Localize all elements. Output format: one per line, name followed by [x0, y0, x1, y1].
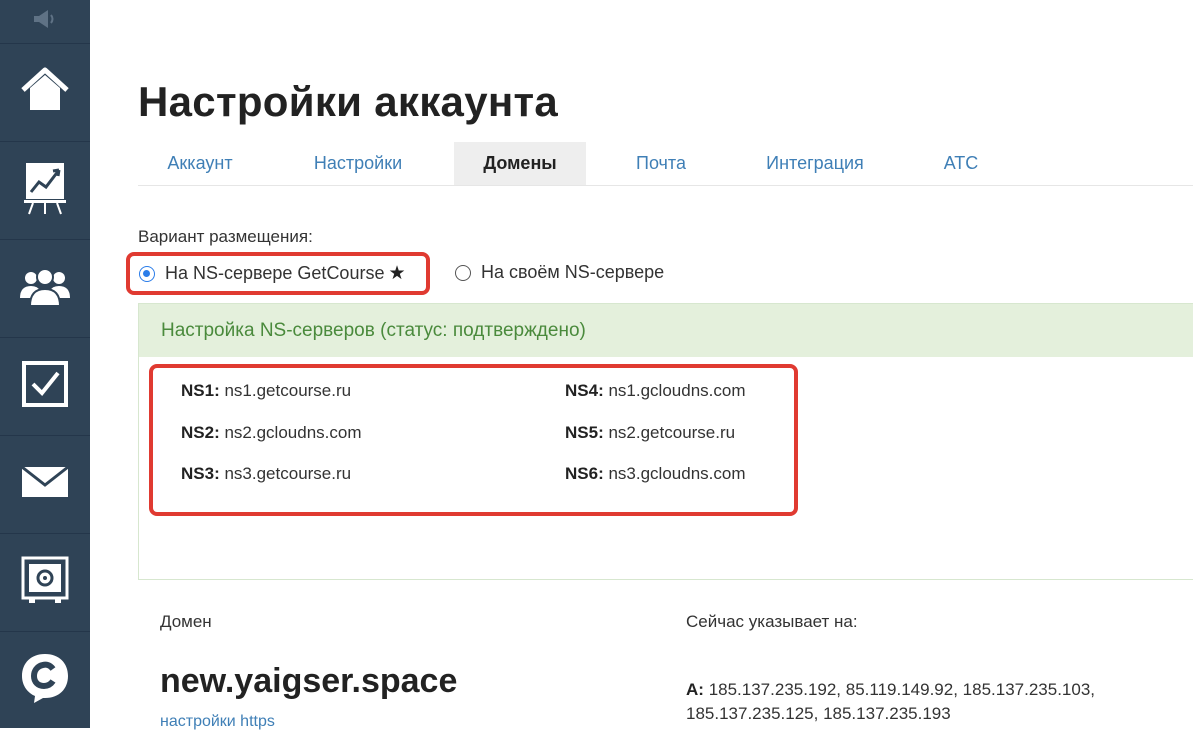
points-to-label: Сейчас указывает на:: [686, 612, 858, 631]
home-icon: [19, 66, 71, 119]
sidebar-item-getcourse[interactable]: [0, 632, 90, 729]
a-record-key: A:: [686, 680, 704, 699]
users-icon: [17, 264, 73, 313]
sidebar-item-mail[interactable]: [0, 436, 90, 534]
sidebar-item-users[interactable]: [0, 240, 90, 338]
megaphone-icon: [30, 8, 60, 35]
radio-label-own-ns: На своём NS-сервере: [481, 262, 665, 282]
placement-label: Вариант размещения:: [138, 227, 313, 246]
mail-icon: [20, 465, 70, 504]
settings-tabs: Аккаунт Настройки Домены Почта Интеграци…: [138, 142, 1193, 186]
getcourse-logo-icon: [19, 652, 71, 709]
ns-status-header: Настройка NS-серверов (статус: подтвержд…: [139, 304, 1193, 357]
a-record-values-1: 185.137.235.192, 85.119.149.92, 185.137.…: [708, 680, 1096, 699]
tab-pbx[interactable]: АТС: [934, 142, 988, 185]
chart-board-icon: [23, 160, 67, 221]
tab-settings[interactable]: Настройки: [298, 142, 418, 185]
sidebar-item-tasks[interactable]: [0, 338, 90, 436]
sidebar-item-analytics[interactable]: [0, 142, 90, 240]
domain-name: new.yaigser.space: [160, 662, 458, 700]
sidebar-item-finance[interactable]: [0, 534, 90, 632]
domain-column-label: Домен: [160, 612, 212, 631]
sidebar-item-home[interactable]: [0, 44, 90, 142]
page-title: Настройки аккаунта: [138, 78, 559, 125]
sidebar: [0, 0, 90, 728]
tab-integration[interactable]: Интеграция: [754, 142, 876, 185]
tab-account[interactable]: Аккаунт: [150, 142, 250, 185]
highlight-box-ns-list: [149, 364, 798, 516]
radio-button-unselected[interactable]: [455, 264, 471, 281]
radio-own-ns[interactable]: На своём NS-сервере: [455, 262, 664, 283]
highlight-box-radio: [126, 252, 430, 295]
tab-mail[interactable]: Почта: [624, 142, 698, 185]
https-settings-link[interactable]: настройки https: [160, 713, 275, 731]
tab-domains[interactable]: Домены: [454, 142, 586, 185]
a-records-line-1: A: 185.137.235.192, 85.119.149.92, 185.1…: [686, 678, 1166, 702]
a-record-values-2: 185.137.235.125, 185.137.235.193: [686, 704, 951, 723]
checkbox-icon: [21, 360, 69, 413]
safe-icon: [20, 555, 70, 610]
sidebar-item-announcements[interactable]: [0, 0, 90, 44]
a-records: A: 185.137.235.192, 85.119.149.92, 185.1…: [686, 678, 1166, 726]
